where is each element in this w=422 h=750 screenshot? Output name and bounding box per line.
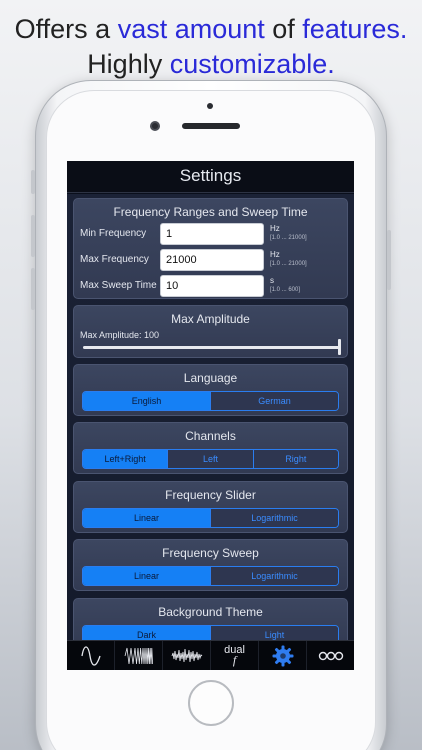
language-segmented-control: English German <box>82 391 339 411</box>
volume-down-button <box>31 268 35 310</box>
language-option-english[interactable]: English <box>83 392 210 410</box>
promo-text: of <box>264 14 303 44</box>
promo-text: Offers a <box>14 14 118 44</box>
section-title: Background Theme <box>158 605 263 619</box>
language-option-german[interactable]: German <box>210 392 338 410</box>
settings-scroll-view[interactable]: Frequency Ranges and Sweep Time Min Freq… <box>67 194 354 640</box>
channels-section: Channels Left+Right Left Right <box>73 422 348 474</box>
max-amplitude-slider-track[interactable] <box>83 346 340 349</box>
tab-dual-frequency[interactable]: dual f <box>210 641 258 670</box>
navigation-bar: Settings <box>67 161 354 193</box>
proximity-sensor <box>207 103 213 109</box>
max-frequency-range: [1.0 ... 21000] <box>270 261 307 267</box>
min-frequency-input[interactable] <box>160 223 264 245</box>
promo-highlight: vast amount <box>117 14 265 44</box>
max-sweep-time-range: [1.0 ... 600] <box>270 287 301 293</box>
section-title: Frequency Ranges and Sweep Time <box>113 205 308 219</box>
frequency-slider-segmented-control: Linear Logarithmic <box>82 508 339 528</box>
max-frequency-input[interactable] <box>160 249 264 271</box>
channels-segmented-control: Left+Right Left Right <box>82 449 339 469</box>
channels-option-right[interactable]: Right <box>252 450 338 468</box>
tab-sweep-generator[interactable] <box>114 641 162 670</box>
tab-more[interactable] <box>306 641 354 670</box>
channels-option-left-right[interactable]: Left+Right <box>83 450 168 468</box>
sine-wave-icon <box>80 645 101 666</box>
max-sweep-time-input[interactable] <box>160 275 264 297</box>
gear-icon <box>272 645 293 666</box>
dual-frequency-label-bottom: f <box>232 653 237 667</box>
min-frequency-unit: Hz <box>270 224 280 233</box>
power-button <box>387 230 391 290</box>
section-title: Frequency Slider <box>165 488 256 502</box>
volume-up-button <box>31 215 35 257</box>
max-sweep-time-unit: s <box>270 276 274 285</box>
background-theme-segmented-control: Dark Light <box>82 625 339 640</box>
sweep-wave-icon <box>124 647 153 664</box>
frequency-slider-option-linear[interactable]: Linear <box>83 509 210 527</box>
max-frequency-row: Max Frequency Hz [1.0 ... 21000] <box>80 249 343 271</box>
earpiece-speaker <box>182 123 240 129</box>
min-frequency-range: [1.0 ... 21000] <box>270 235 307 241</box>
noise-wave-icon <box>171 648 202 662</box>
background-theme-option-dark[interactable]: Dark <box>83 626 210 640</box>
tab-noise-generator[interactable] <box>162 641 210 670</box>
background-theme-section: Background Theme Dark Light <box>73 598 348 640</box>
frequency-sweep-section: Frequency Sweep Linear Logarithmic <box>73 539 348 591</box>
background-theme-option-light[interactable]: Light <box>210 626 338 640</box>
section-title: Language <box>183 371 238 385</box>
page-title: Settings <box>179 166 242 185</box>
max-amplitude-slider-thumb[interactable] <box>338 339 341 355</box>
section-title: Channels <box>185 429 236 443</box>
channels-option-left[interactable]: Left <box>167 450 253 468</box>
max-frequency-unit: Hz <box>270 250 280 259</box>
frequency-slider-option-logarithmic[interactable]: Logarithmic <box>210 509 338 527</box>
max-sweep-time-row: Max Sweep Time s [1.0 ... 600] <box>80 275 343 297</box>
min-frequency-label: Min Frequency <box>80 228 147 239</box>
max-amplitude-section: Max Amplitude Max Amplitude: 100 <box>73 305 348 358</box>
more-icon <box>318 651 343 660</box>
promo-highlight: features. <box>302 14 408 44</box>
promo-headline-line2: Highly customizable. <box>0 49 422 80</box>
tab-sine-generator[interactable] <box>67 641 114 670</box>
section-title: Frequency Sweep <box>162 546 259 560</box>
frequency-sweep-option-logarithmic[interactable]: Logarithmic <box>210 567 338 585</box>
promo-highlight: customizable. <box>169 49 335 79</box>
frequency-sweep-option-linear[interactable]: Linear <box>83 567 210 585</box>
frequency-slider-section: Frequency Slider Linear Logarithmic <box>73 481 348 533</box>
tab-settings[interactable] <box>258 641 306 670</box>
app-screen: Settings Frequency Ranges and Sweep Time… <box>67 161 354 670</box>
mute-switch <box>31 170 35 194</box>
home-button <box>188 680 234 726</box>
max-sweep-time-label: Max Sweep Time <box>80 280 157 291</box>
frequency-sweep-segmented-control: Linear Logarithmic <box>82 566 339 586</box>
frequency-ranges-section: Frequency Ranges and Sweep Time Min Freq… <box>73 198 348 299</box>
max-frequency-label: Max Frequency <box>80 254 149 265</box>
dual-frequency-icon: dual f <box>224 645 245 667</box>
max-amplitude-value-label: Max Amplitude: 100 <box>80 330 160 340</box>
language-section: Language English German <box>73 364 348 416</box>
tab-bar: dual f <box>67 640 354 670</box>
promo-headline-line1: Offers a vast amount of features. <box>0 14 422 45</box>
section-title: Max Amplitude <box>171 312 250 326</box>
promo-text: Highly <box>87 49 170 79</box>
front-camera-icon <box>150 121 160 131</box>
min-frequency-row: Min Frequency Hz [1.0 ... 21000] <box>80 223 343 245</box>
